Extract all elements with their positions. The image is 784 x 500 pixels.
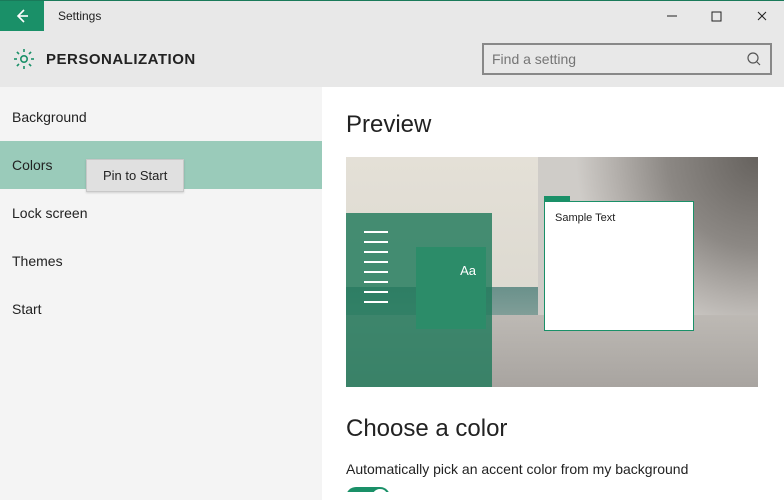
content: Preview Aa Sample Text Choose a color Au…: [322, 87, 784, 500]
context-menu: Pin to Start: [86, 159, 184, 192]
preview-ruler: [364, 231, 388, 311]
window-title: Settings: [44, 1, 115, 31]
minimize-icon: [666, 10, 678, 22]
close-icon: [756, 10, 768, 22]
body: Background Colors Lock screen Themes Sta…: [0, 87, 784, 500]
sidebar-item-lock-screen[interactable]: Lock screen: [0, 189, 322, 237]
sidebar-item-background[interactable]: Background: [0, 93, 322, 141]
context-menu-item-pin-to-start[interactable]: Pin to Start: [89, 164, 181, 187]
preview-tile: Aa: [416, 247, 486, 329]
auto-pick-label: Automatically pick an accent color from …: [346, 461, 760, 477]
sidebar-item-label: Background: [12, 109, 87, 125]
preview-sample-tab: [544, 196, 570, 202]
sidebar-item-label: Themes: [12, 253, 63, 269]
close-button[interactable]: [739, 1, 784, 31]
page-title: PERSONALIZATION: [46, 51, 196, 68]
sidebar-item-start[interactable]: Start: [0, 285, 322, 333]
sidebar-item-label: Lock screen: [12, 205, 87, 221]
search-box[interactable]: [482, 43, 772, 75]
preview-sample-window: Sample Text: [544, 201, 694, 331]
titlebar: Settings: [0, 1, 784, 31]
header: PERSONALIZATION: [0, 31, 784, 87]
preview-tile-label: Aa: [460, 263, 476, 278]
choose-color-heading: Choose a color: [346, 415, 760, 443]
preview-thumbnail: Aa Sample Text: [346, 157, 758, 387]
search-input[interactable]: [492, 51, 746, 67]
sidebar: Background Colors Lock screen Themes Sta…: [0, 87, 322, 500]
preview-sample-text: Sample Text: [545, 202, 693, 234]
sidebar-item-label: Start: [12, 301, 42, 317]
arrow-left-icon: [14, 8, 30, 24]
back-button[interactable]: [0, 1, 44, 31]
sidebar-item-label: Colors: [12, 157, 52, 173]
gear-icon: [12, 47, 36, 71]
maximize-button[interactable]: [694, 1, 739, 31]
sidebar-item-themes[interactable]: Themes: [0, 237, 322, 285]
settings-window: Settings PERSONALIZATION: [0, 0, 784, 500]
preview-heading: Preview: [346, 111, 760, 139]
search-icon: [746, 51, 762, 67]
minimize-button[interactable]: [649, 1, 694, 31]
maximize-icon: [711, 11, 722, 22]
